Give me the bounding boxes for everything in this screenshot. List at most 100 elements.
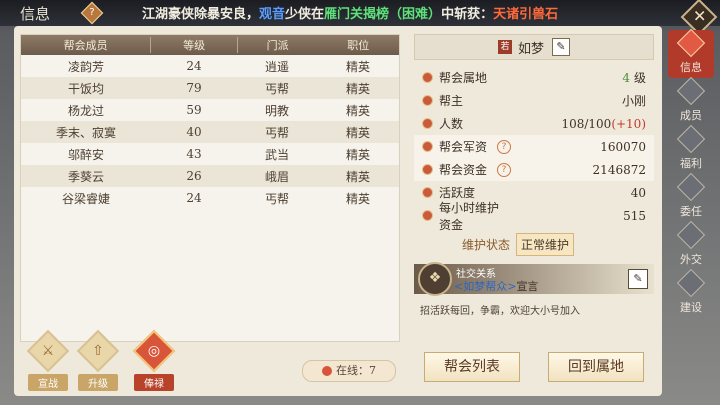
member-sect: 峨眉 [264, 169, 289, 184]
guild-announcement: 招活跃每回，争霸，欢迎大小号加入 [420, 306, 580, 317]
guild-info-row: 帮会属地 4 级 [414, 66, 654, 89]
guild-info-row: 每小时维护资金 515 [414, 201, 654, 232]
bullet-icon [422, 187, 433, 198]
tab-build[interactable]: 建设 [668, 268, 714, 318]
member-position: 精英 [345, 147, 370, 162]
tab-diplomacy[interactable]: 外交 [668, 220, 714, 270]
member-position: 精英 [345, 191, 370, 206]
tab-icon [676, 220, 706, 250]
guild-info-row: 帮会资金? 2146872 [414, 158, 654, 181]
pencil-icon: ✎ [633, 272, 643, 285]
member-level: 79 [186, 81, 202, 95]
header-level: 等级 [150, 37, 237, 53]
tab-welfare[interactable]: 福利 [668, 124, 714, 174]
member-name: 季末、寂寞 [55, 125, 116, 140]
member-sect: 丐帮 [264, 125, 289, 140]
tab-info[interactable]: 信息 [668, 28, 714, 78]
member-sect: 明教 [264, 103, 289, 118]
side-tabs: 信息 成员 福利 委任 外交 建设 [668, 28, 716, 318]
bullet-icon [422, 141, 433, 152]
online-count[interactable]: 在线：7 [302, 360, 396, 382]
tab-icon [676, 268, 706, 298]
return-home-button[interactable]: 回到属地 [548, 352, 644, 382]
info-label: 人数 [439, 117, 464, 131]
info-value: 108/100(+10) [561, 116, 646, 131]
member-level: 43 [186, 147, 202, 161]
table-row[interactable]: 季葵云 26 峨眉 精英 [21, 165, 399, 187]
edit-declaration-button[interactable]: ✎ [628, 269, 648, 289]
guild-list-button[interactable]: 帮会列表 [424, 352, 520, 382]
member-sect: 武当 [264, 147, 289, 162]
member-sect: 丐帮 [264, 81, 289, 96]
member-name: 干饭均 [67, 81, 104, 96]
info-label: 帮主 [439, 94, 464, 108]
tab-members[interactable]: 成员 [668, 76, 714, 126]
member-level: 26 [186, 169, 202, 183]
bullet-icon [422, 72, 433, 83]
info-value: 4级 [622, 71, 646, 85]
member-position: 精英 [345, 81, 370, 96]
member-position: 精英 [345, 125, 370, 140]
guild-header: 若 如梦 ✎ [414, 34, 654, 60]
upgrade-arrow-icon: ⇧ [76, 329, 120, 373]
tab-icon [676, 124, 706, 154]
guild-emblem-icon: ❖ [418, 262, 452, 296]
bullet-icon [422, 164, 433, 175]
help-icon[interactable]: ? [497, 139, 511, 154]
table-row[interactable]: 邬醉安 43 武当 精英 [21, 143, 399, 165]
tab-icon [676, 172, 706, 202]
rename-button[interactable]: ✎ [552, 38, 570, 56]
social-action: 宣言 [516, 280, 539, 293]
table-row[interactable]: 杨龙过 59 明教 精英 [21, 99, 399, 121]
guild-info-row: 人数 108/100(+10) [414, 112, 654, 135]
main-panel: 帮会成员 等级 门派 职位 凌韵芳 24 逍遥 精英 干饭均 79 丐帮 精英 杨龙过 59 明教精… [14, 26, 662, 396]
member-sect: 逍遥 [264, 59, 289, 74]
header-sect: 门派 [236, 37, 318, 53]
social-relations: ❖ 社交关系 <如梦帮众>宣言 ✎ [414, 262, 654, 296]
header-position: 职位 [347, 39, 370, 52]
member-position: 精英 [345, 103, 370, 118]
announcement-marquee: 江湖豪侠除暴安良，观音少侠在雁门关揭榜（困难）中斩获：天诸引兽石 [142, 7, 559, 22]
close-icon: ✕ [693, 6, 707, 26]
guild-name: 如梦 [517, 41, 544, 57]
bullet-icon [422, 118, 433, 129]
member-position: 精英 [345, 169, 370, 184]
member-name: 季葵云 [67, 169, 104, 184]
info-label: 每小时维护资金 [439, 200, 500, 232]
tab-appoint[interactable]: 委任 [668, 172, 714, 222]
member-sect: 丐帮 [264, 191, 289, 206]
table-row[interactable]: 谷梁睿婕 24 丐帮 精英 [21, 187, 399, 209]
info-value: 515 [623, 208, 646, 223]
help-icon[interactable]: ? [80, 1, 104, 25]
declare-war-button[interactable]: ⚔ 宣战 [26, 329, 70, 391]
salary-button[interactable]: ◎ 俸禄 [132, 329, 176, 391]
help-icon[interactable]: ? [497, 162, 511, 177]
bullet-icon [422, 210, 433, 221]
tab-icon [676, 76, 706, 106]
member-level: 24 [186, 191, 202, 205]
member-name: 凌韵芳 [67, 59, 104, 74]
member-name: 邬醉安 [67, 147, 104, 162]
member-table: 帮会成员 等级 门派 职位 凌韵芳 24 逍遥 精英 干饭均 79 丐帮 精英 杨龙过 59 明教精… [20, 34, 400, 342]
info-label: 帮会属地 [439, 71, 488, 85]
tab-icon [676, 28, 706, 58]
table-row[interactable]: 季末、寂寞 40 丐帮 精英 [21, 121, 399, 143]
member-level: 59 [186, 103, 202, 117]
social-link[interactable]: <如梦帮众> [454, 280, 516, 293]
page-title: 信息 [20, 5, 51, 23]
member-name: 杨龙过 [67, 103, 104, 118]
upgrade-button[interactable]: ⇧ 升级 [76, 329, 120, 391]
online-icon [322, 366, 332, 376]
table-header: 帮会成员 等级 门派 职位 [21, 35, 399, 55]
maintenance-status: 正常维护 [516, 233, 575, 256]
coin-icon: ◎ [132, 329, 176, 373]
member-level: 40 [186, 125, 202, 139]
member-name: 谷梁睿婕 [61, 191, 110, 206]
guild-info-row: 帮会军资? 160070 [414, 135, 654, 158]
info-value: 40 [630, 185, 646, 200]
table-row[interactable]: 凌韵芳 24 逍遥 精英 [21, 55, 399, 77]
pencil-icon: ✎ [556, 40, 566, 53]
crossed-swords-icon: ⚔ [26, 329, 70, 373]
table-row[interactable]: 干饭均 79 丐帮 精英 [21, 77, 399, 99]
header-member: 帮会成员 [63, 39, 108, 52]
